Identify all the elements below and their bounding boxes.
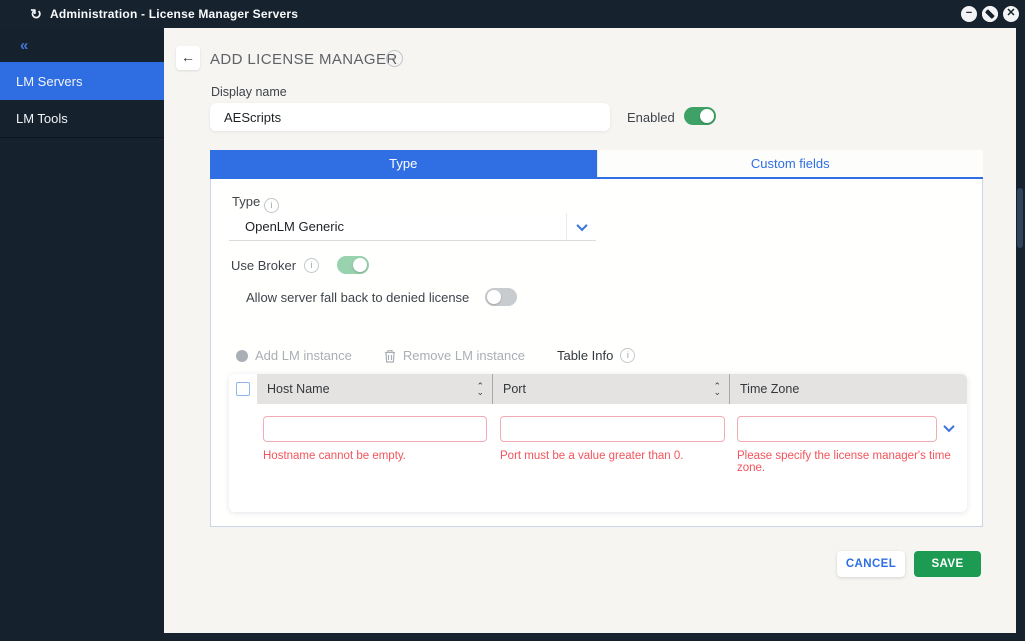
sidebar-item-lm-servers[interactable]: LM Servers (0, 62, 164, 100)
back-button[interactable]: ← (176, 46, 200, 70)
window-title: Administration - License Manager Servers (50, 7, 299, 21)
time-zone-error: Please specify the license manager's tim… (737, 450, 951, 474)
column-label: Host Name (267, 382, 330, 396)
lm-instances-table: Host Name ⌃ ⌄ Port ⌃ ⌄ Time Zone Hostname … (229, 374, 967, 512)
table-header-row: Host Name ⌃ ⌄ Port ⌃ ⌄ Time Zone (229, 374, 967, 404)
use-broker-label: Use Broker (231, 257, 297, 273)
cancel-button[interactable]: CANCEL (837, 551, 905, 577)
type-select-value: OpenLM Generic (245, 219, 344, 234)
port-error: Port must be a value greater than 0. (500, 450, 684, 462)
type-field-label-row: Type i (232, 194, 279, 213)
toggle-knob (700, 109, 714, 123)
use-broker-row: Use Broker i (231, 256, 370, 274)
toggle-knob (353, 258, 368, 272)
scrollbar-thumb[interactable] (1017, 188, 1023, 248)
info-icon[interactable]: i (263, 198, 279, 213)
port-input[interactable] (500, 416, 725, 442)
info-icon[interactable]: i (304, 257, 320, 273)
tab-type[interactable]: Type (210, 150, 597, 177)
host-name-input[interactable] (263, 416, 487, 442)
display-name-label: Display name (211, 85, 287, 99)
table-info-button[interactable]: Table Info i (556, 348, 636, 363)
minimize-icon[interactable]: − (961, 6, 977, 22)
column-label: Port (503, 382, 526, 396)
save-button[interactable]: SAVE (914, 551, 981, 577)
info-icon: i (620, 348, 636, 363)
add-lm-instance-label: Add LM instance (255, 348, 352, 363)
enabled-label: Enabled (627, 110, 675, 125)
chevron-double-left-icon: « (20, 36, 29, 54)
sort-icon[interactable]: ⌃ ⌄ (476, 382, 484, 397)
close-icon[interactable]: ✕ (1003, 6, 1019, 22)
form-panel: Type Custom fields Type i OpenLM Generic… (210, 150, 983, 527)
tab-custom-fields[interactable]: Custom fields (596, 150, 983, 177)
chevron-down-icon (575, 219, 588, 231)
fallback-toggle[interactable] (485, 288, 518, 306)
column-label: Time Zone (740, 382, 800, 396)
add-instance-icon (236, 349, 248, 362)
use-broker-toggle[interactable] (337, 256, 370, 274)
type-label: Type (232, 194, 261, 209)
tab-label: Type (389, 156, 418, 171)
column-header-host-name[interactable]: Host Name ⌃ ⌄ (257, 374, 493, 404)
enabled-toggle[interactable] (684, 107, 716, 125)
table-info-label: Table Info (556, 348, 614, 363)
title-bar: ↻ Administration - License Manager Serve… (0, 0, 1025, 28)
tab-bar: Type Custom fields (210, 150, 983, 179)
time-zone-input[interactable] (737, 416, 937, 442)
table-header-group: Host Name ⌃ ⌄ Port ⌃ ⌄ Time Zone (257, 374, 967, 404)
sidebar: « LM Servers LM Tools (0, 28, 164, 641)
page-title: ADD LICENSE MANAGER (210, 51, 398, 68)
column-header-port[interactable]: Port ⌃ ⌄ (493, 374, 730, 404)
select-all-cell (229, 374, 257, 404)
host-name-error: Hostname cannot be empty. (263, 450, 406, 462)
type-select[interactable]: OpenLM Generic (229, 213, 596, 241)
sort-icon[interactable]: ⌃ ⌄ (713, 382, 721, 397)
info-icon[interactable]: i (386, 50, 403, 67)
window-controls: − ✕ (961, 6, 1019, 22)
select-chevron-box (566, 213, 596, 240)
add-lm-instance-button[interactable]: Add LM instance (236, 348, 352, 363)
display-name-input[interactable] (210, 103, 610, 131)
sidebar-item-lm-tools[interactable]: LM Tools (0, 100, 164, 138)
select-all-checkbox[interactable] (236, 382, 250, 396)
sidebar-item-label: LM Servers (16, 73, 83, 89)
remove-lm-instance-label: Remove LM instance (402, 348, 525, 363)
sidebar-collapse-button[interactable]: « (0, 28, 164, 62)
maximize-disabled-icon[interactable] (982, 6, 998, 22)
main-content: ← ADD LICENSE MANAGER i Display name Ena… (164, 28, 1016, 633)
trash-icon (384, 349, 395, 363)
sidebar-item-label: LM Tools (16, 111, 68, 126)
fallback-label: Allow server fall back to denied license (246, 289, 470, 305)
table-toolbar: Add LM instance Remove LM instance Table… (236, 348, 636, 363)
toggle-knob (487, 290, 502, 304)
arrow-left-icon: ← (181, 49, 195, 65)
tab-label: Custom fields (750, 156, 830, 171)
column-header-time-zone[interactable]: Time Zone (730, 374, 967, 404)
fallback-row: Allow server fall back to denied license (246, 288, 518, 306)
app-logo-icon: ↻ (30, 6, 42, 22)
remove-lm-instance-button[interactable]: Remove LM instance (384, 348, 525, 363)
chevron-down-icon[interactable] (943, 420, 955, 433)
